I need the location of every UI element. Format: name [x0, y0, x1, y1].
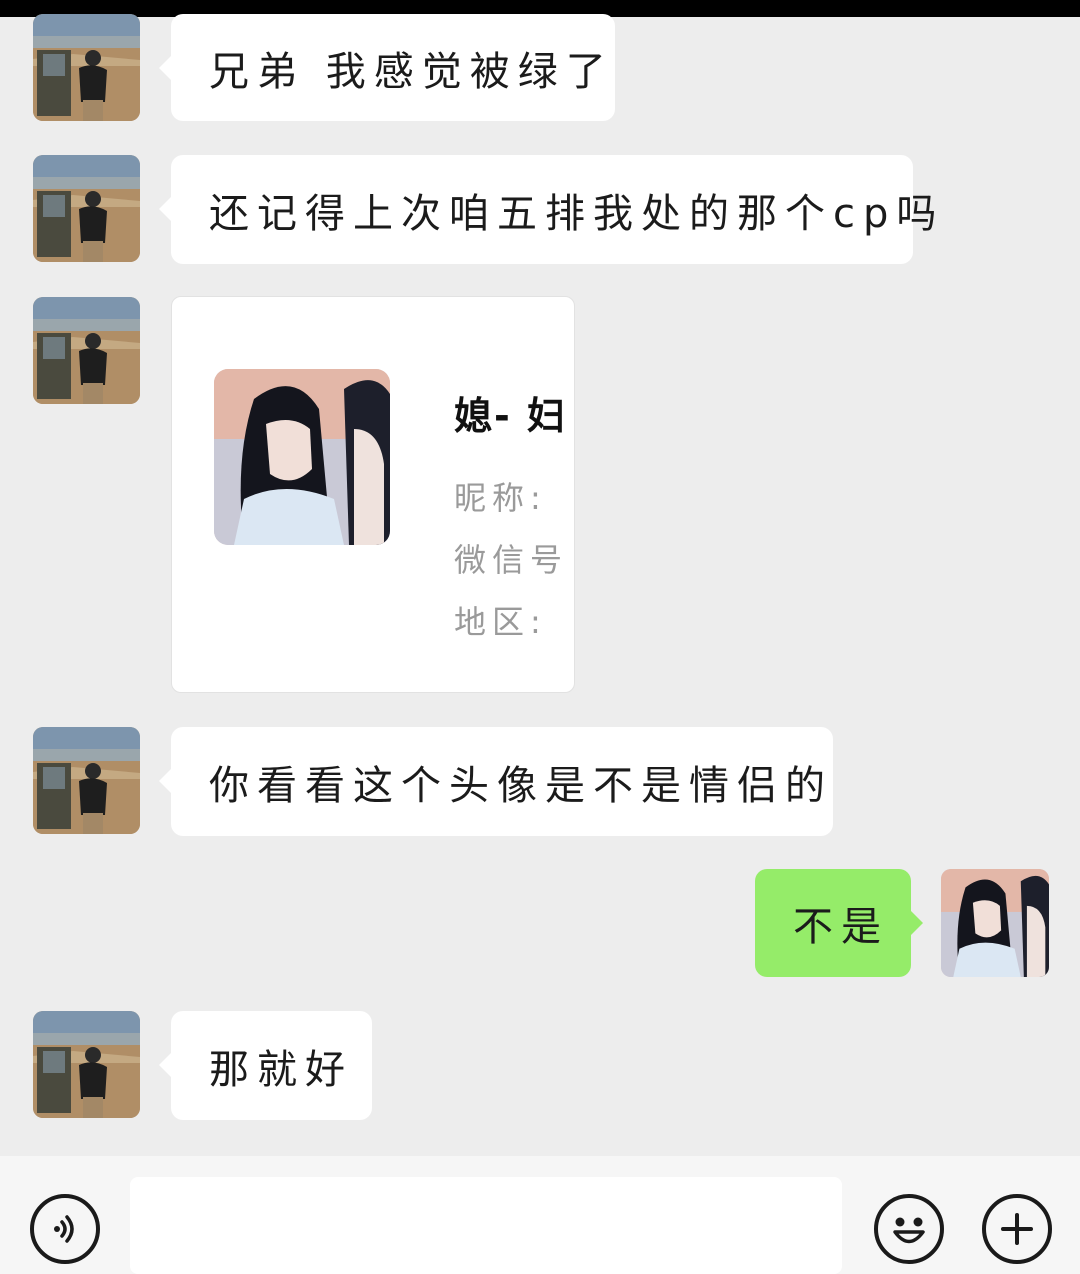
- emoji-icon[interactable]: [874, 1194, 944, 1264]
- contact-wechat-id-label: 微信号: [454, 541, 569, 579]
- plus-icon[interactable]: [982, 1194, 1052, 1264]
- contact-card[interactable]: 媳- 妇 昵称: 微信号 地区:: [171, 296, 575, 693]
- friend-avatar[interactable]: [33, 14, 140, 121]
- friend-avatar[interactable]: [33, 155, 140, 262]
- message-text: 还记得上次咱五排我处的那个cp吗: [209, 190, 945, 237]
- contact-nickname-label: 昵称:: [454, 479, 547, 517]
- friend-avatar[interactable]: [33, 1011, 140, 1118]
- message-text: 不是: [793, 904, 889, 950]
- message-text: 你看看这个头像是不是情侣的: [209, 762, 833, 809]
- friend-avatar[interactable]: [33, 727, 140, 834]
- message-text: 那就好: [209, 1046, 353, 1093]
- message-bubble[interactable]: 你看看这个头像是不是情侣的: [159, 727, 833, 836]
- friend-avatar[interactable]: [33, 297, 140, 404]
- message-bubble[interactable]: 那就好: [159, 1011, 372, 1120]
- message-bubble[interactable]: 还记得上次咱五排我处的那个cp吗: [159, 155, 936, 264]
- contact-avatar: [214, 369, 390, 545]
- message-text: 兄弟 我感觉被绿了: [209, 48, 614, 95]
- self-avatar[interactable]: [941, 869, 1049, 977]
- message-input[interactable]: [130, 1177, 842, 1274]
- voice-icon[interactable]: [30, 1194, 100, 1264]
- contact-name: 媳- 妇: [454, 394, 568, 438]
- message-bubble[interactable]: 兄弟 我感觉被绿了: [159, 14, 615, 121]
- self-message-bubble[interactable]: 不是: [755, 869, 923, 977]
- contact-region-label: 地区:: [454, 603, 547, 641]
